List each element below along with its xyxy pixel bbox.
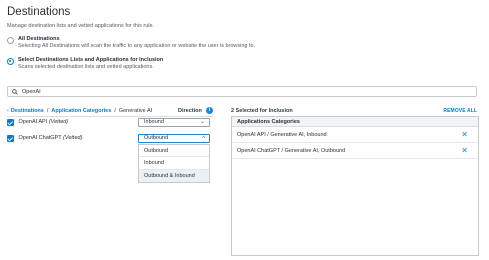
selected-row: OpenAI ChatGPT / Generative AI, Outbound…	[232, 143, 478, 159]
checkbox-checked[interactable]	[7, 135, 14, 142]
direction-select-value: Outbound	[144, 135, 169, 141]
radio-all-destinations[interactable]: All Destinations Selecting All Destinati…	[7, 36, 255, 49]
page-subtitle: Manage destination lists and vetted appl…	[7, 23, 155, 29]
selected-row-label: OpenAI ChatGPT / Generative AI, Outbound	[237, 148, 346, 154]
dropdown-option-outbound-inbound[interactable]: Outbound & Inbound	[139, 169, 209, 182]
direction-header: Direction i	[178, 107, 213, 114]
dropdown-option-outbound[interactable]: Outbound	[139, 145, 209, 158]
app-row-openai-chatgpt: OpenAI ChatGPT (Vetted)	[7, 135, 82, 142]
radio-label: All Destinations	[18, 36, 60, 42]
search-box[interactable]	[7, 86, 477, 97]
search-input[interactable]	[22, 88, 462, 95]
vetted-tag: (Vetted)	[63, 135, 83, 142]
selected-row-label: OpenAI API / Generative AI, Inbound	[237, 132, 327, 138]
radio-button-unchecked[interactable]	[7, 37, 14, 44]
app-name: OpenAI API	[18, 119, 48, 126]
app-name: OpenAI ChatGPT	[18, 135, 62, 142]
chevron-down-icon: ⌄	[199, 119, 205, 125]
chevron-left-icon[interactable]: ‹	[7, 108, 9, 114]
direction-dropdown-menu: Outbound Inbound Outbound & Inbound	[138, 144, 210, 183]
search-icon	[12, 88, 18, 95]
remove-all-link[interactable]: REMOVE ALL	[443, 108, 477, 114]
selected-panel: Applications Categories OpenAI API / Gen…	[231, 116, 479, 256]
direction-select-value: Inbound	[144, 119, 164, 125]
direction-select-openai-chatgpt[interactable]: Outbound ^	[138, 134, 210, 143]
radio-label: Select Destinations Lists and Applicatio…	[18, 57, 164, 63]
direction-select-openai-api[interactable]: Inbound ⌄	[138, 118, 210, 127]
close-icon[interactable]: ✕	[461, 127, 468, 142]
radio-description: Selecting All Destinations will scan the…	[18, 43, 256, 49]
breadcrumb-separator: /	[114, 108, 116, 114]
vetted-tag: (Vetted)	[48, 119, 69, 126]
radio-description: Scans selected destination lists and vet…	[18, 64, 154, 70]
panel-header: Applications Categories	[232, 117, 478, 127]
chevron-up-icon: ^	[202, 136, 205, 142]
direction-label: Direction	[178, 107, 202, 114]
dropdown-option-inbound[interactable]: Inbound	[139, 157, 209, 170]
close-icon[interactable]: ✕	[461, 143, 468, 158]
checkbox-checked[interactable]	[7, 119, 14, 126]
divider	[7, 116, 213, 117]
breadcrumb-separator: /	[46, 108, 49, 114]
radio-select-destinations[interactable]: Select Destinations Lists and Applicatio…	[7, 57, 163, 70]
radio-button-checked[interactable]	[7, 58, 14, 65]
app-row-openai-api: OpenAI API (Vetted)	[7, 119, 68, 126]
breadcrumb-application-categories[interactable]: Application Categories	[51, 108, 111, 114]
breadcrumb-generative-ai: Generative AI	[118, 108, 153, 114]
breadcrumb: ‹ Destinations / Application Categories …	[7, 108, 152, 114]
breadcrumb-destinations[interactable]: Destinations	[11, 108, 44, 114]
selected-count: 2 Selected for Inclusion	[231, 108, 293, 114]
info-icon[interactable]: i	[205, 107, 213, 114]
selected-row: OpenAI API / Generative AI, Inbound ✕	[232, 127, 478, 143]
page-title: Destinations	[7, 6, 71, 18]
